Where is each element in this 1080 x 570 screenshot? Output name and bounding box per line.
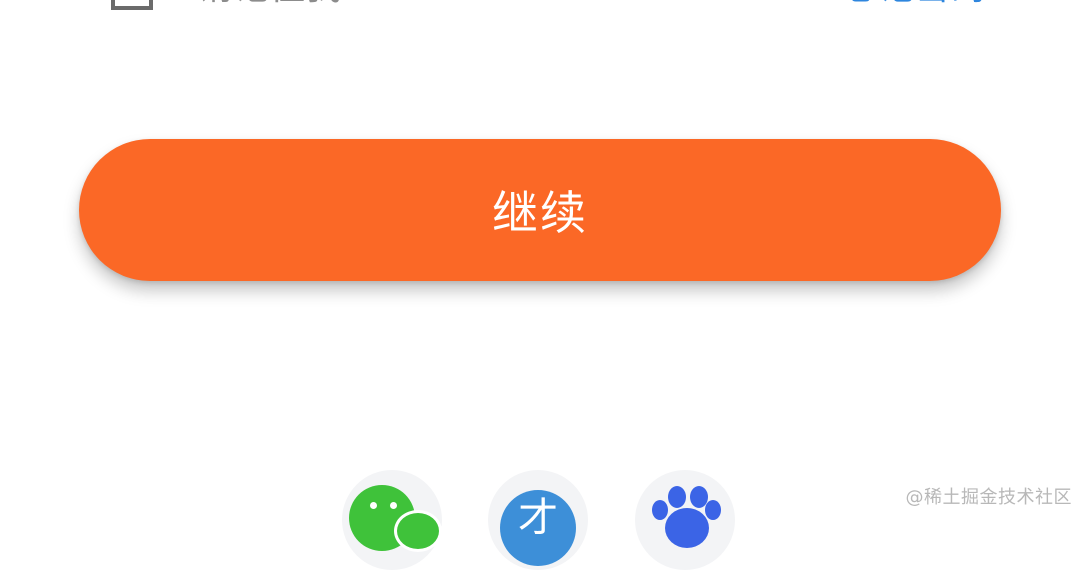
baidu-paw-pad-icon [665, 508, 709, 548]
baidu-login-button[interactable] [635, 470, 735, 570]
wechat-bubble-icon [394, 510, 442, 552]
weibo-login-button[interactable]: 才 [488, 470, 588, 570]
forgot-password-link[interactable]: 忘记密码 [842, 0, 986, 10]
remember-row: 请记住我 忘记密码 [0, 0, 1080, 20]
continue-button-label: 继续 [492, 186, 588, 240]
wechat-login-button[interactable] [342, 470, 442, 570]
remember-checkbox[interactable] [111, 0, 153, 10]
wechat-eye-right [390, 502, 397, 509]
weibo-glyph: 才 [518, 495, 558, 541]
continue-button[interactable]: 继续 [79, 139, 1001, 281]
wechat-eye-left [370, 502, 377, 509]
baidu-paw-toe-icon [652, 500, 668, 520]
baidu-paw-icon [668, 486, 686, 508]
remember-label: 请记住我 [197, 0, 341, 10]
baidu-paw-toe-icon [705, 500, 721, 520]
watermark: @稀土掘金技术社区 [905, 487, 1072, 508]
